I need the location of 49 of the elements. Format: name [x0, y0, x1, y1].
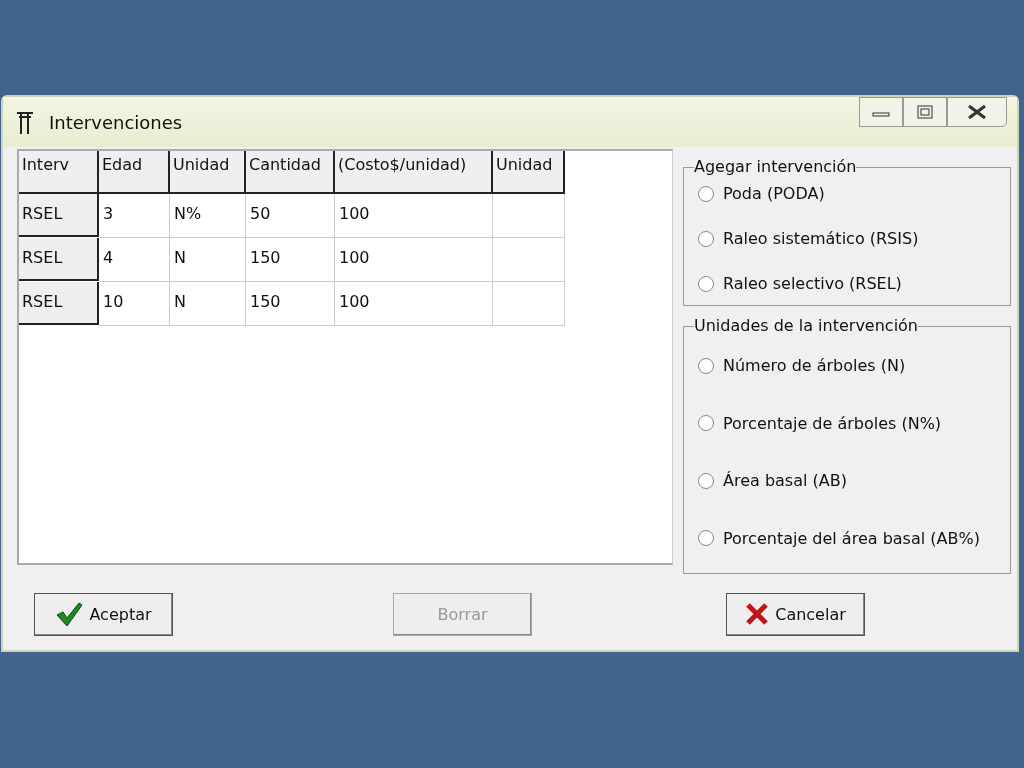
radio-button[interactable]	[698, 530, 714, 547]
radio-label[interactable]: Área basal (AB)	[723, 471, 847, 491]
column-header[interactable]: Unidad	[170, 151, 246, 194]
table-cell: 100	[335, 194, 493, 238]
table-cell: N%	[170, 194, 246, 238]
table-cell: 100	[335, 282, 493, 326]
table-cell: N	[170, 282, 246, 326]
radio-button[interactable]	[698, 357, 714, 374]
row-header[interactable]: RSEL	[19, 194, 99, 237]
radio-label[interactable]: Porcentaje de árboles (N%)	[723, 413, 942, 433]
accept-button[interactable]: Aceptar	[34, 592, 173, 636]
column-header[interactable]: Cantidad	[246, 151, 335, 194]
x-icon	[745, 602, 770, 626]
column-header[interactable]: (Costo$/unidad)	[335, 151, 493, 194]
radio-label[interactable]: Poda (PODA)	[723, 184, 825, 203]
table-cell	[493, 238, 565, 282]
table-cell	[493, 194, 565, 238]
table-cell: 10	[99, 282, 170, 326]
row-header[interactable]: RSEL	[19, 238, 99, 281]
table-cell: 4	[99, 238, 170, 282]
row-header[interactable]: RSEL	[19, 282, 99, 325]
radio-button[interactable]	[698, 472, 714, 489]
radio-label[interactable]: Raleo selectivo (RSEL)	[723, 274, 902, 293]
column-header[interactable]: Interv	[19, 151, 99, 194]
table-cell: 50	[246, 194, 335, 238]
checkmark-icon	[55, 601, 84, 627]
minimize-button[interactable]	[859, 97, 903, 127]
radio-label[interactable]: Número de árboles (N)	[723, 356, 906, 376]
table-cell: 150	[246, 282, 335, 326]
table-cell	[493, 282, 565, 326]
radio-label[interactable]: Raleo sistemático (RSIS)	[723, 229, 919, 248]
table-cell: 150	[246, 238, 335, 282]
maximize-button[interactable]	[903, 97, 947, 127]
table-cell: N	[170, 238, 246, 282]
close-icon	[966, 104, 988, 120]
column-header[interactable]: Unidad	[493, 151, 565, 194]
group-title: Agegar intervención	[694, 157, 857, 176]
cancel-button[interactable]: Cancelar	[726, 592, 865, 636]
close-button[interactable]	[947, 97, 1007, 127]
column-header[interactable]: Edad	[99, 151, 170, 194]
radio-label[interactable]: Porcentaje del área basal (AB%)	[723, 528, 980, 548]
restore-icon	[915, 104, 935, 120]
window-title: Intervenciones	[49, 111, 183, 133]
radio-button[interactable]	[698, 415, 714, 432]
table-cell: 100	[335, 238, 493, 282]
radio-button[interactable]	[698, 275, 714, 292]
radio-button[interactable]	[698, 230, 714, 247]
table-cell: 3	[99, 194, 170, 238]
radio-button[interactable]	[698, 185, 714, 202]
